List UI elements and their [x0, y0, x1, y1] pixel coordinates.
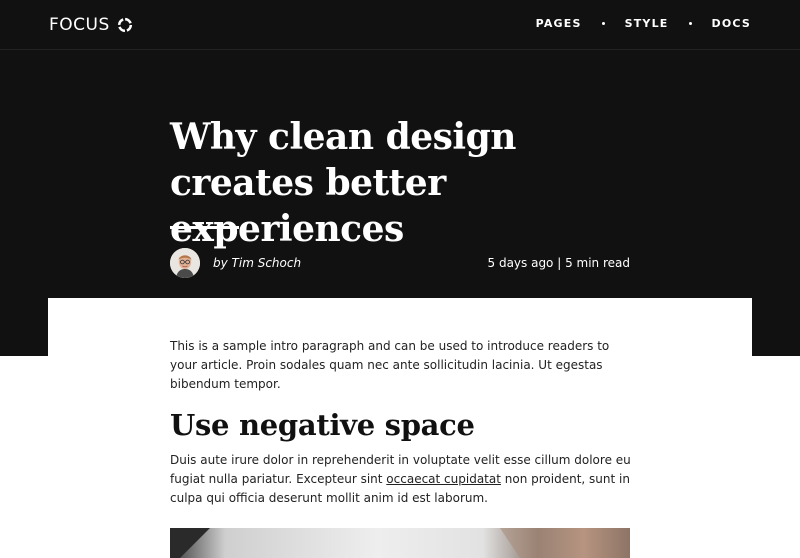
logo-text: FOCUS	[49, 15, 110, 35]
author-name[interactable]: by Tim Schoch	[213, 256, 301, 270]
nav-link-pages[interactable]: PAGES	[536, 17, 582, 30]
article-title: Why clean design creates better experien…	[170, 116, 516, 250]
inline-link[interactable]: occaecat cupidatat	[386, 472, 501, 486]
logo[interactable]: FOCUS	[49, 13, 133, 37]
intro-paragraph: This is a sample intro paragraph and can…	[170, 339, 610, 391]
author-avatar[interactable]	[170, 248, 200, 278]
nav-link-style[interactable]: STYLE	[625, 17, 669, 30]
circle-notch-icon	[117, 17, 133, 33]
nav-link-docs[interactable]: DOCS	[712, 17, 751, 30]
top-navbar: FOCUS PAGES STYLE DOCS	[0, 0, 800, 50]
nav-separator	[601, 22, 605, 25]
section-heading: Use negative space	[170, 408, 475, 442]
nav-separator	[688, 22, 692, 25]
main-nav: PAGES STYLE DOCS	[536, 17, 751, 30]
title-underline	[170, 226, 239, 229]
body-paragraph: Duis aute irure dolor in reprehenderit i…	[170, 451, 635, 508]
article-meta: 5 days ago | 5 min read	[487, 256, 631, 270]
article-image	[170, 528, 630, 558]
